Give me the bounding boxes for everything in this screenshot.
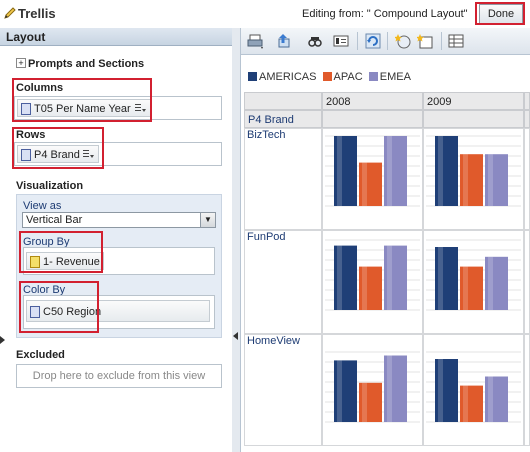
bar-highlight [387, 245, 392, 310]
highlight-group-by [19, 231, 103, 273]
pencil-icon [4, 7, 16, 19]
layout-panel-header: Layout [0, 28, 232, 46]
legend-label: APAC [333, 71, 363, 83]
column-header: 2009 [423, 92, 524, 110]
column-header [524, 92, 530, 110]
bar-highlight [438, 359, 443, 422]
view-as-select[interactable]: Vertical Bar ▼ [22, 212, 216, 228]
legend-swatch-americas [248, 72, 257, 81]
bar-highlight [387, 355, 392, 422]
expand-arrow-icon[interactable] [0, 336, 5, 344]
bar-highlight [463, 154, 468, 206]
bar-highlight [463, 266, 468, 310]
editing-from-text: Editing from: " Compound Layout" [302, 8, 468, 20]
view-as-value: Vertical Bar [26, 214, 83, 226]
bar-highlight [488, 154, 493, 206]
table-view-icon[interactable] [448, 33, 464, 49]
bar-chart [426, 239, 521, 311]
refresh-icon[interactable] [365, 33, 381, 49]
expand-icon[interactable]: + [16, 58, 26, 68]
bar-chart [426, 351, 521, 423]
header-filler [322, 110, 423, 128]
properties-icon[interactable] [333, 33, 349, 49]
row-label: FunPod [244, 230, 322, 334]
excluded-hint: Drop here to exclude from this view [32, 370, 206, 382]
toolbar [241, 28, 530, 55]
dropdown-arrow-icon[interactable]: ▼ [200, 213, 215, 227]
bar-highlight [362, 162, 367, 206]
row-label-text: HomeView [247, 335, 300, 347]
panel-splitter[interactable] [232, 28, 241, 452]
header-filler [423, 110, 524, 128]
toolbar-divider [387, 32, 388, 50]
header-filler [524, 110, 530, 128]
bar-highlight [337, 136, 342, 206]
legend-label: EMEA [379, 71, 411, 83]
legend-label: AMERICAS [259, 71, 317, 83]
print-icon[interactable] [247, 33, 263, 49]
bar-chart [426, 135, 521, 207]
settings-icon[interactable] [417, 33, 433, 49]
top-bar: Trellis Editing from: " Compound Layout"… [0, 0, 530, 29]
excluded-dropzone[interactable]: Drop here to exclude from this view [16, 364, 222, 388]
bar-chart [325, 239, 420, 311]
bar-highlight [362, 266, 367, 310]
bar-chart [325, 351, 420, 423]
toolbar-divider [441, 32, 442, 50]
excluded-label: Excluded [16, 349, 65, 361]
view-as-label: View as [23, 200, 62, 212]
visualization-label: Visualization [16, 180, 84, 192]
page-title: Trellis [18, 6, 56, 21]
bar-highlight [438, 136, 443, 206]
highlight-color-by [19, 281, 99, 333]
chart-cell [524, 334, 530, 446]
column-header: 2008 [322, 92, 423, 110]
bar-highlight [337, 360, 342, 422]
bar-highlight [387, 136, 392, 206]
bar-highlight [488, 256, 493, 310]
highlight-done [475, 2, 525, 25]
prompts-sections-label[interactable]: Prompts and Sections [28, 58, 144, 70]
row-dimension-header: P4 Brand [244, 110, 322, 128]
bar-highlight [463, 385, 468, 422]
bar-highlight [362, 382, 367, 422]
preview-icon[interactable] [307, 33, 323, 49]
bar-highlight [337, 245, 342, 310]
collapse-arrow-icon[interactable] [233, 332, 238, 340]
legend-swatch-apac [322, 72, 332, 81]
chart-cell [524, 128, 530, 230]
row-label: BizTech [244, 128, 322, 230]
bar-highlight [438, 247, 443, 310]
row-label-text: FunPod [247, 231, 286, 243]
highlight-columns [12, 78, 152, 122]
chart-legend: AMERICAS APAC EMEA [248, 71, 411, 83]
bar-highlight [488, 376, 493, 422]
row-label-text: BizTech [247, 129, 286, 141]
legend-swatch-emea [368, 72, 378, 81]
row-label: HomeView [244, 334, 322, 446]
highlight-rows [12, 127, 104, 169]
chart-cell [524, 230, 530, 334]
bar-chart [325, 135, 420, 207]
export-icon[interactable] [277, 33, 293, 49]
new-calc-icon[interactable] [395, 33, 411, 49]
toolbar-divider [357, 32, 358, 50]
corner-header [244, 92, 322, 110]
